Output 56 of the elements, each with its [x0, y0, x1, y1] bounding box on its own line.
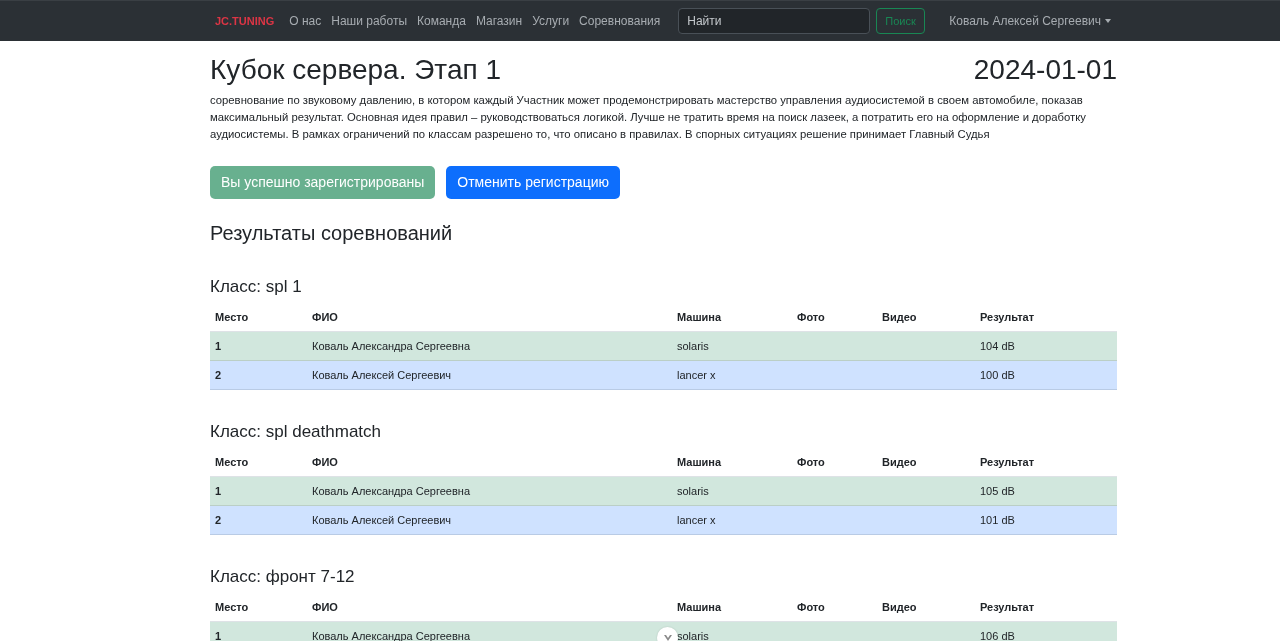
- column-header: Машина: [677, 600, 722, 614]
- class-title: Класс: spl deathmatch: [210, 422, 381, 442]
- column-header: ФИО: [312, 455, 338, 469]
- class-title: Класс: spl 1: [210, 277, 302, 297]
- table-cell: 1: [215, 629, 222, 641]
- nav-link[interactable]: Услуги: [527, 12, 575, 30]
- search-button[interactable]: Поиск: [876, 8, 925, 34]
- table-cell: 100 dB: [980, 368, 1015, 382]
- column-header: Результат: [980, 310, 1035, 324]
- table-cell: 105 dB: [980, 484, 1015, 498]
- table-cell: 2: [215, 513, 222, 527]
- table-cell: solaris: [677, 339, 709, 353]
- table-cell: 106 dB: [980, 629, 1015, 641]
- column-header: Фото: [797, 310, 825, 324]
- table-cell: Коваль Александра Сергеевна: [312, 339, 470, 353]
- column-header: Результат: [980, 455, 1035, 469]
- event-title: Кубок сервера. Этап 1: [210, 53, 501, 87]
- column-header: Видео: [882, 310, 917, 324]
- table-cell: solaris: [677, 629, 709, 641]
- column-header: Результат: [980, 600, 1035, 614]
- table-cell: Коваль Алексей Сергеевич: [312, 368, 452, 382]
- column-header: Машина: [677, 310, 722, 324]
- column-header: Место: [215, 455, 249, 469]
- table-cell: 2: [215, 368, 222, 382]
- cancel-registration-button[interactable]: Отменить регистрацию: [446, 166, 620, 199]
- nav-link[interactable]: Магазин: [470, 12, 528, 30]
- nav-link[interactable]: Соревнования: [574, 12, 666, 30]
- column-header: Видео: [882, 455, 917, 469]
- chevron-down-icon: [663, 634, 672, 641]
- column-header: Место: [215, 600, 249, 614]
- table-cell: 101 dB: [980, 513, 1015, 527]
- user-menu[interactable]: Коваль Алексей Сергеевич: [949, 12, 1101, 30]
- table-cell: 1: [215, 339, 222, 353]
- column-header: Видео: [882, 600, 917, 614]
- nav-link[interactable]: Наши работы: [326, 12, 412, 30]
- caret-icon: [1105, 19, 1111, 23]
- results-heading: Результаты соревнований: [210, 221, 453, 245]
- table-cell: lancer x: [677, 513, 716, 527]
- table-cell: 104 dB: [980, 339, 1015, 353]
- nav-link[interactable]: О нас: [284, 12, 327, 30]
- search-field[interactable]: Найти: [678, 8, 871, 34]
- table-cell: Коваль Александра Сергеевна: [312, 484, 470, 498]
- table-cell: Коваль Алексей Сергеевич: [312, 513, 452, 527]
- column-header: Фото: [797, 455, 825, 469]
- table-cell: lancer x: [677, 368, 716, 382]
- column-header: ФИО: [312, 310, 338, 324]
- column-header: Фото: [797, 600, 825, 614]
- table-cell: solaris: [677, 484, 709, 498]
- event-date: 2024-01-01: [973, 53, 1117, 87]
- column-header: Машина: [677, 455, 722, 469]
- class-title: Класс: фронт 7-12: [210, 567, 355, 587]
- nav-link[interactable]: Команда: [412, 12, 471, 30]
- event-description: соревнование по звуковому давлению, в котором каждый Участник может продемонстрировать мастерство управления аудиосистемой в своем автомобиле, показав максимальный результат. Основная идея правил – руководствоваться логикой. Лучше не тратить время на поиск лазеек, а потратить его на оформление и доработку аудиосистемы. В рамках ограничений по классам разрешено то, что описано в правилах. В спорных ситуациях решение принимает Главный Судья: [210, 93, 1087, 142]
- column-header: Место: [215, 310, 249, 324]
- table-cell: 1: [215, 484, 222, 498]
- column-header: ФИО: [312, 600, 338, 614]
